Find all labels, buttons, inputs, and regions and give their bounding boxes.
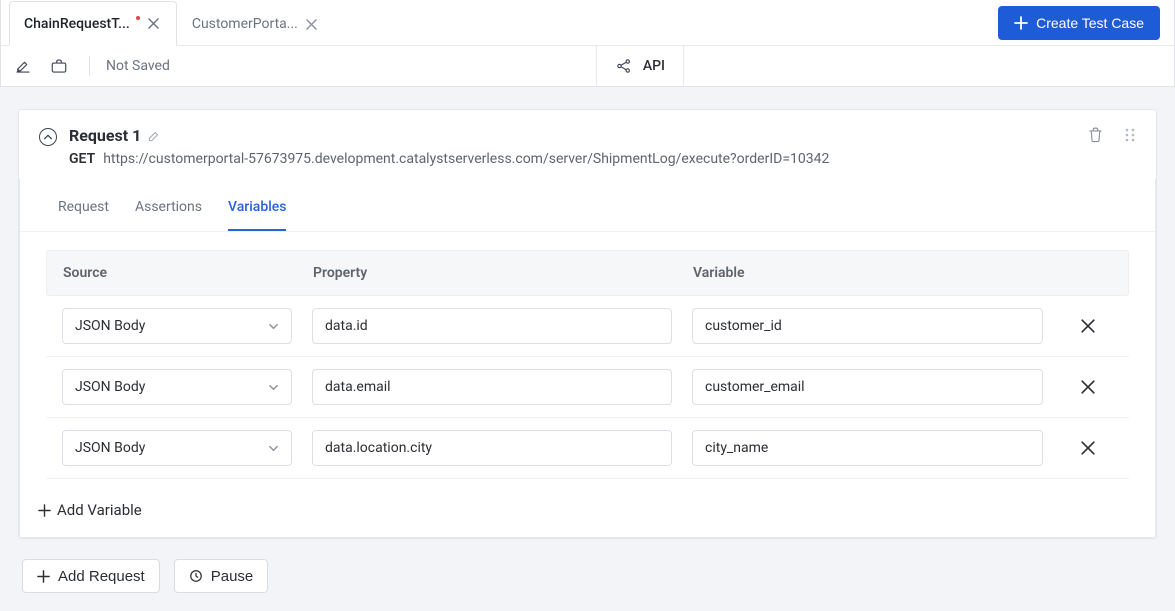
table-row: JSON Body data.email customer_email: [46, 357, 1129, 418]
variable-value: customer_email: [705, 379, 805, 395]
col-source: Source: [63, 265, 313, 281]
add-request-button[interactable]: Add Request: [22, 559, 160, 593]
add-request-label: Add Request: [58, 568, 145, 585]
api-indicator[interactable]: API: [596, 46, 684, 86]
source-value: JSON Body: [75, 318, 145, 334]
toolbar-separator: [89, 56, 90, 76]
pause-label: Pause: [211, 568, 254, 585]
toolbar: Not Saved API: [1, 46, 1174, 86]
table-header: Source Property Variable: [46, 250, 1129, 296]
variable-input[interactable]: customer_id: [692, 308, 1043, 344]
request-header-text: Request 1 GET https://customerportal-576…: [69, 126, 829, 167]
top-header: ChainRequestT... CustomerPorta... Create…: [0, 0, 1175, 87]
drag-handle-icon[interactable]: [1124, 127, 1136, 143]
property-value: data.location.city: [325, 440, 432, 456]
source-select[interactable]: JSON Body: [62, 430, 292, 466]
subtabs: Request Assertions Variables: [20, 179, 1155, 232]
variable-input[interactable]: city_name: [692, 430, 1043, 466]
add-variable-label: Add Variable: [57, 501, 142, 519]
request-url: https://customerportal-57673975.developm…: [103, 151, 829, 167]
tab-assertions[interactable]: Assertions: [135, 193, 202, 231]
variable-value: customer_id: [705, 318, 782, 334]
pause-button[interactable]: Pause: [174, 559, 269, 593]
pencil-icon[interactable]: [147, 129, 161, 143]
property-input[interactable]: data.location.city: [312, 430, 672, 466]
request-body-panel: Request Assertions Variables Source Prop…: [19, 179, 1156, 538]
plus-icon: [38, 504, 51, 517]
trash-icon[interactable]: [1087, 126, 1104, 143]
property-value: data.id: [325, 318, 368, 334]
plus-icon: [1014, 16, 1028, 30]
close-icon[interactable]: [304, 16, 320, 32]
request-card: Request 1 GET https://customerportal-576…: [18, 109, 1157, 539]
variable-input[interactable]: customer_email: [692, 369, 1043, 405]
remove-row-button[interactable]: [1063, 441, 1113, 455]
briefcase-icon[interactable]: [47, 54, 71, 78]
create-test-case-label: Create Test Case: [1036, 15, 1144, 31]
tab-request[interactable]: Request: [58, 193, 109, 231]
tab-variables[interactable]: Variables: [228, 193, 286, 231]
chevron-down-icon: [268, 443, 279, 454]
table-row: JSON Body data.id customer_id: [46, 296, 1129, 357]
close-icon[interactable]: [146, 16, 162, 32]
tab-label: ChainRequestT...: [24, 16, 130, 32]
property-input[interactable]: data.id: [312, 308, 672, 344]
property-value: data.email: [325, 379, 391, 395]
unsaved-dot-icon: [136, 16, 140, 20]
col-property: Property: [313, 265, 693, 281]
plus-icon: [37, 570, 50, 583]
tab-label: CustomerPorta...: [192, 16, 298, 32]
add-variable-button[interactable]: Add Variable: [20, 487, 1155, 537]
request-title: Request 1: [69, 126, 141, 145]
collapse-toggle[interactable]: [39, 128, 57, 146]
http-method: GET: [69, 151, 95, 167]
property-input[interactable]: data.email: [312, 369, 672, 405]
source-select[interactable]: JSON Body: [62, 308, 292, 344]
edit-sheet-icon[interactable]: [11, 54, 35, 78]
remove-row-button[interactable]: [1063, 319, 1113, 333]
source-value: JSON Body: [75, 379, 145, 395]
save-status: Not Saved: [106, 58, 170, 74]
api-label: API: [643, 58, 665, 74]
variables-table: Source Property Variable JSON Body: [20, 232, 1155, 487]
remove-row-button[interactable]: [1063, 380, 1113, 394]
body: Request 1 GET https://customerportal-576…: [0, 87, 1175, 611]
share-nodes-icon: [615, 57, 633, 75]
col-variable: Variable: [693, 265, 1062, 281]
variable-value: city_name: [705, 440, 768, 456]
footer-actions: Add Request Pause: [18, 539, 1157, 593]
request-header: Request 1 GET https://customerportal-576…: [19, 110, 1156, 179]
chevron-down-icon: [268, 382, 279, 393]
tabs-row: ChainRequestT... CustomerPorta... Create…: [1, 0, 1174, 46]
table-row: JSON Body data.location.city city_name: [46, 418, 1129, 479]
tab-chainrequest[interactable]: ChainRequestT...: [9, 1, 177, 46]
create-test-case-button[interactable]: Create Test Case: [998, 6, 1160, 40]
source-value: JSON Body: [75, 440, 145, 456]
source-select[interactable]: JSON Body: [62, 369, 292, 405]
chevron-down-icon: [268, 321, 279, 332]
tab-customerportal[interactable]: CustomerPorta...: [177, 1, 335, 46]
clock-icon: [189, 569, 203, 583]
